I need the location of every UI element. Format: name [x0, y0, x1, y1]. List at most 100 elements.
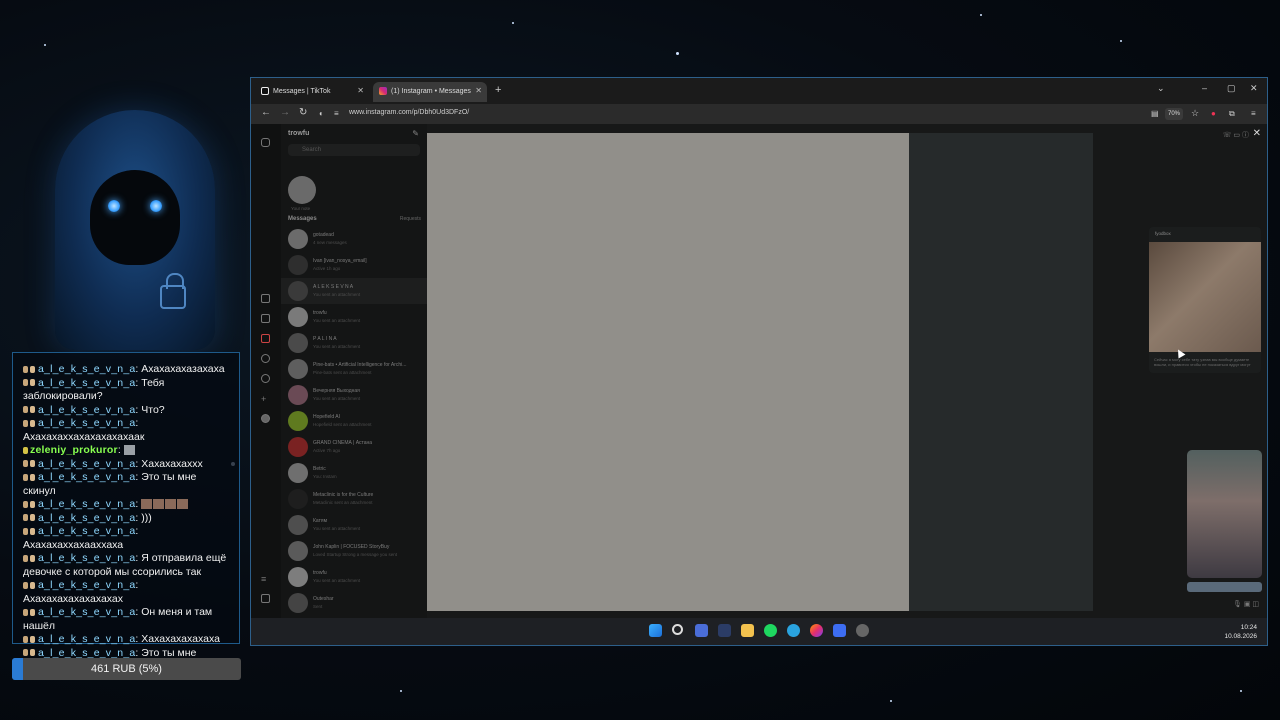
star	[44, 44, 46, 46]
note-avatar[interactable]	[288, 176, 316, 204]
chat-message: a_l_e_k_s_e_v_n_a: Он меня и там нашёл	[23, 606, 213, 632]
system-clock[interactable]: 10:24 10.08.2026	[1224, 623, 1257, 641]
streamer-avatar	[40, 110, 230, 350]
shared-reel-thumbnail[interactable]	[1187, 450, 1262, 578]
back-arrow-icon[interactable]: ←	[261, 107, 271, 118]
conversation-item[interactable]: gotadead 4 new messages	[281, 226, 427, 252]
new-message-icon[interactable]: ✎	[412, 129, 419, 138]
conversation-item[interactable]: Вечерняя Выходная You sent an attachment	[281, 382, 427, 408]
conversation-item[interactable]: Pine-bats • Artificial Intelligence for …	[281, 356, 427, 382]
address-bar[interactable]: www.instagram.com/p/Dbh0Ud3DFzO/	[349, 109, 469, 116]
tab-instagram-messages[interactable]: (1) Instagram • Messages ✕	[373, 82, 487, 102]
app-icon[interactable]	[833, 624, 846, 637]
emote-icon	[123, 445, 135, 456]
media-viewer-image[interactable]	[427, 133, 909, 611]
star	[676, 52, 679, 55]
conversation-item[interactable]: P A L I N A You sent an attachment	[281, 330, 427, 356]
telegram-icon[interactable]	[787, 624, 800, 637]
reload-icon[interactable]: ↻	[299, 107, 307, 118]
conversation-item[interactable]: Катям You sent an attachment	[281, 512, 427, 538]
firefox-icon[interactable]	[810, 624, 823, 637]
conversation-item[interactable]: Betric You: Instam	[281, 460, 427, 486]
shared-post-card[interactable]: fyodbox Сейчас я могу себе тату узнав мы…	[1149, 227, 1261, 373]
star	[890, 700, 892, 702]
conversation-item[interactable]: GRAND CINEMA | Астана Active 7h ago	[281, 434, 427, 460]
close-viewer-icon[interactable]: ✕	[1253, 128, 1261, 139]
home-icon[interactable]	[261, 294, 270, 303]
search-input[interactable]: Search	[288, 144, 420, 156]
chat-message: a_l_e_k_s_e_v_n_a: Ахахахахахахахахах	[23, 579, 139, 605]
zoom-level-badge[interactable]: 70%	[1165, 108, 1183, 120]
file-explorer-icon[interactable]	[741, 624, 754, 637]
conversation-item[interactable]: A L E K S E V N A You sent an attachment	[281, 278, 427, 304]
conversation-item[interactable]: trowfu You sent an attachment	[281, 304, 427, 330]
app-icon[interactable]	[856, 624, 869, 637]
close-tab-icon[interactable]: ✕	[357, 86, 364, 95]
chat-message: a_l_e_k_s_e_v_n_a: Ахахахаххахахахахахаа…	[23, 417, 145, 443]
chat-message: a_l_e_k_s_e_v_n_a: Это ты мне скинул	[23, 471, 197, 497]
chat-message: a_l_e_k_s_e_v_n_a: )))	[23, 512, 231, 526]
conversation-item[interactable]: Metaclinic is for the Culture Metaclinic …	[281, 486, 427, 512]
chat-message: a_l_e_k_s_e_v_n_a: Ахахахаххахааххаха	[23, 525, 139, 551]
stream-chat: a_l_e_k_s_e_v_n_a: Ахахахахазахаха a_l_e…	[12, 352, 240, 672]
shield-icon[interactable]: ◐	[319, 109, 324, 118]
star	[1120, 40, 1122, 42]
search-icon[interactable]	[261, 354, 270, 363]
menu-icon[interactable]: ≡	[1251, 109, 1256, 118]
close-window-button[interactable]: ✕	[1250, 83, 1258, 94]
shared-post-image	[1149, 242, 1261, 352]
reels-icon[interactable]	[261, 314, 270, 323]
messages-icon[interactable]	[261, 334, 270, 343]
conversation-list: trowfu ✎ Search Your note Messages Reque…	[281, 124, 427, 618]
conversation-item[interactable]: trowfu You sent an attachment	[281, 564, 427, 590]
account-switcher[interactable]: trowfu	[288, 130, 309, 137]
star	[1240, 690, 1242, 692]
instagram-icon	[379, 87, 387, 95]
maximize-button[interactable]: ▢	[1227, 83, 1236, 94]
donation-goal-label: 461 RUB (5%)	[91, 663, 162, 675]
conversation-item[interactable]: John Kaplin | FOCUSED StoryBuy Loved Star…	[281, 538, 427, 564]
composer-actions-icons[interactable]: 🎙 ▣ ◫	[1233, 600, 1259, 608]
task-view-icon[interactable]	[718, 624, 731, 637]
conversation-item[interactable]: Hopefield AI Hopefield sent an attachment	[281, 408, 427, 434]
chat-message: a_l_e_k_s_e_v_n_a: Ахахахахазахаха	[23, 363, 231, 377]
site-settings-icon[interactable]: ≡	[334, 109, 339, 118]
search-icon[interactable]	[672, 624, 683, 635]
close-tab-icon[interactable]: ✕	[475, 86, 482, 95]
eye-icon	[150, 200, 162, 212]
create-icon[interactable]: +	[261, 394, 270, 404]
new-tab-button[interactable]: +	[495, 84, 501, 96]
star	[980, 14, 982, 16]
start-windows-icon[interactable]	[649, 624, 662, 637]
chat-message: a_l_e_k_s_e_v_n_a:	[23, 498, 231, 512]
chat-message: a_l_e_k_s_e_v_n_a: Тебя заблокировали?	[23, 376, 165, 402]
conversation-item[interactable]: Ivan [ivan_nosya_email] Active 1h ago	[281, 252, 427, 278]
instagram-logo-icon[interactable]	[261, 138, 270, 147]
bookmark-star-icon[interactable]: ☆	[1191, 108, 1199, 119]
requests-link[interactable]: Requests	[400, 216, 421, 222]
app-icon[interactable]	[695, 624, 708, 637]
call-video-info-icons[interactable]: ☏ ▭ ⓘ	[1223, 130, 1249, 140]
extension-icon[interactable]: ●	[1211, 109, 1216, 118]
chat-message: a_l_e_k_s_e_v_n_a: Что?	[23, 404, 231, 418]
extensions-puzzle-icon[interactable]: ⧉	[1229, 109, 1235, 119]
star	[400, 690, 402, 692]
conversation-item[interactable]: Outeshar Sent	[281, 590, 427, 616]
shared-reel-thumbnail[interactable]	[1187, 582, 1262, 592]
chat-message: a_l_e_k_s_e_v_n_a: Хахахахаххх	[23, 458, 231, 472]
threads-icon[interactable]	[261, 594, 270, 603]
spotify-icon[interactable]	[764, 624, 777, 637]
forward-arrow-icon[interactable]: →	[280, 107, 290, 118]
tab-list-dropdown[interactable]: ⌄	[1157, 83, 1165, 94]
minimize-button[interactable]: –	[1202, 83, 1207, 93]
tab-bar: Messages | TikTok ✕ (1) Instagram • Mess…	[251, 78, 1267, 104]
heart-icon[interactable]	[261, 374, 270, 383]
tab-tiktok-messages[interactable]: Messages | TikTok ✕	[255, 82, 369, 102]
reader-view-icon[interactable]: ▤	[1151, 109, 1159, 118]
more-menu-icon[interactable]: ≡	[261, 574, 270, 584]
chat-message: a_l_e_k_s_e_v_n_a: Хахахахахахаха	[23, 633, 231, 647]
chat-message: zeleniy_prokuror:	[23, 444, 231, 458]
windows-taskbar: 10:24 10.08.2026	[251, 618, 1267, 645]
profile-icon[interactable]	[261, 414, 270, 423]
eye-icon	[108, 200, 120, 212]
